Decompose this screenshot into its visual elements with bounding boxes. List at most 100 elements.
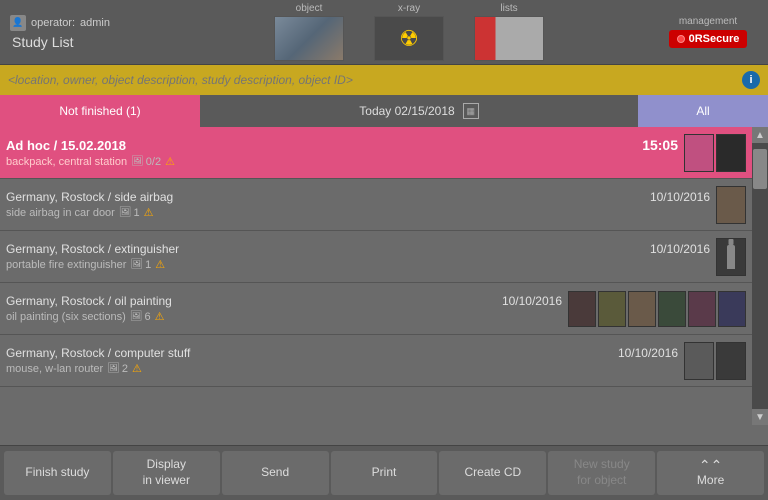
tab-not-finished[interactable]: Not finished (1) — [0, 95, 200, 127]
study-title-row: Germany, Rostock / side airbag 10/10/201… — [6, 190, 710, 204]
study-description: mouse, w-lan router — [6, 363, 103, 375]
nav-xray-label: x-ray — [398, 3, 420, 14]
image-icon: 🖼 — [119, 207, 132, 218]
image-count: 🖼 0/2 — [131, 156, 161, 168]
finish-study-button[interactable]: Finish study — [4, 451, 111, 495]
bottom-toolbar: Finish study Display in viewer Send Prin… — [0, 445, 768, 500]
study-date: 10/10/2016 — [650, 242, 710, 256]
scrollbar-up-button[interactable]: ▲ — [752, 127, 768, 143]
image-icon: 🖼 — [131, 156, 144, 167]
table-row[interactable]: Ad hoc / 15.02.2018 15:05 backpack, cent… — [0, 127, 752, 179]
alert-icon: ⚠ — [144, 206, 154, 219]
table-row[interactable]: Germany, Rostock / oil painting 10/10/20… — [0, 283, 752, 335]
study-date: 10/10/2016 — [502, 294, 562, 308]
study-title-row: Germany, Rostock / computer stuff 10/10/… — [6, 346, 678, 360]
study-desc-row: portable fire extinguisher 🖼 1 ⚠ — [6, 258, 710, 271]
search-input[interactable] — [8, 73, 734, 87]
study-desc-row: mouse, w-lan router 🖼 2 ⚠ — [6, 362, 678, 375]
study-thumb — [716, 186, 746, 224]
header-thumbnails: object x-ray ☢ lists — [160, 3, 658, 61]
study-thumb — [658, 291, 686, 327]
tab-bar: Not finished (1) Today 02/15/2018 ▦ All — [0, 95, 768, 127]
study-date: 10/10/2016 — [650, 190, 710, 204]
study-thumb — [716, 134, 746, 172]
header-left: 👤 operator: admin Study List — [10, 15, 130, 50]
scrollbar-down-button[interactable]: ▼ — [752, 409, 768, 425]
nav-xray-thumb: ☢ — [374, 16, 444, 61]
study-location: Ad hoc / 15.02.2018 — [6, 138, 126, 153]
study-thumbnails — [716, 186, 746, 224]
table-row[interactable]: Germany, Rostock / side airbag 10/10/201… — [0, 179, 752, 231]
table-row[interactable]: Germany, Rostock / computer stuff 10/10/… — [0, 335, 752, 387]
send-button[interactable]: Send — [222, 451, 329, 495]
tab-today[interactable]: Today 02/15/2018 ▦ — [200, 95, 638, 127]
study-thumb — [716, 342, 746, 380]
operator-icon: 👤 — [10, 15, 26, 31]
study-description: backpack, central station — [6, 156, 127, 168]
nav-xray[interactable]: x-ray ☢ — [374, 3, 444, 61]
management-label: management — [679, 16, 737, 27]
scrollbar[interactable]: ▲ ▼ — [752, 127, 768, 425]
alert-icon: ⚠ — [165, 155, 175, 168]
nav-object[interactable]: object — [274, 3, 344, 61]
study-thumb — [688, 291, 716, 327]
table-row[interactable]: Germany, Rostock / extinguisher 10/10/20… — [0, 231, 752, 283]
operator-info: 👤 operator: admin — [10, 15, 130, 31]
study-thumb — [718, 291, 746, 327]
more-chevrons-icon: ⌃⌃ — [699, 458, 722, 472]
study-info: Germany, Rostock / side airbag 10/10/201… — [6, 190, 710, 219]
study-thumbnails — [684, 342, 746, 380]
nav-lists-label: lists — [500, 3, 517, 14]
alert-icon: ⚠ — [155, 310, 165, 323]
study-info: Ad hoc / 15.02.2018 15:05 backpack, cent… — [6, 137, 678, 168]
study-list: Ad hoc / 15.02.2018 15:05 backpack, cent… — [0, 127, 752, 425]
study-thumb — [568, 291, 596, 327]
more-button[interactable]: ⌃⌃ More — [657, 451, 764, 495]
study-title-row: Germany, Rostock / oil painting 10/10/20… — [6, 294, 562, 308]
record-dot — [677, 35, 685, 43]
study-location: Germany, Rostock / oil painting — [6, 294, 172, 308]
study-desc-row: side airbag in car door 🖼 1 ⚠ — [6, 206, 710, 219]
display-in-viewer-button[interactable]: Display in viewer — [113, 451, 220, 495]
search-bar: i — [0, 65, 768, 95]
scrollbar-thumb[interactable] — [753, 149, 767, 189]
study-thumb — [684, 134, 714, 172]
operator-label: operator: — [31, 17, 75, 29]
study-date: 10/10/2016 — [618, 346, 678, 360]
nav-lists[interactable]: lists — [474, 3, 544, 61]
study-desc-row: oil painting (six sections) 🖼 6 ⚠ — [6, 310, 562, 323]
print-button[interactable]: Print — [331, 451, 438, 495]
study-thumb — [684, 342, 714, 380]
new-study-for-object-button[interactable]: New study for object — [548, 451, 655, 495]
alert-icon: ⚠ — [132, 362, 142, 375]
page-title: Study List — [10, 34, 130, 50]
header: 👤 operator: admin Study List object x-ra… — [0, 0, 768, 65]
study-info: Germany, Rostock / oil painting 10/10/20… — [6, 294, 562, 323]
info-icon[interactable]: i — [742, 71, 760, 89]
alert-icon: ⚠ — [155, 258, 165, 271]
tab-all[interactable]: All — [638, 95, 768, 127]
calendar-icon: ▦ — [463, 103, 479, 119]
study-title-row: Germany, Rostock / extinguisher 10/10/20… — [6, 242, 710, 256]
operator-name: admin — [80, 17, 110, 29]
study-location: Germany, Rostock / extinguisher — [6, 242, 179, 256]
study-thumbnails — [716, 238, 746, 276]
study-title-row: Ad hoc / 15.02.2018 15:05 — [6, 137, 678, 153]
study-description: side airbag in car door — [6, 207, 115, 219]
nav-object-thumb — [274, 16, 344, 61]
content-area: Ad hoc / 15.02.2018 15:05 backpack, cent… — [0, 127, 768, 425]
image-icon: 🖼 — [130, 311, 143, 322]
image-count: 🖼 2 — [107, 363, 128, 375]
study-thumb — [598, 291, 626, 327]
study-description: oil painting (six sections) — [6, 311, 126, 323]
image-count: 🖼 1 — [119, 207, 140, 219]
image-icon: 🖼 — [130, 259, 143, 270]
study-thumb — [716, 238, 746, 276]
nav-lists-thumb — [474, 16, 544, 61]
orsecure-badge[interactable]: 0RSecure — [669, 30, 748, 48]
image-count: 🖼 6 — [130, 311, 151, 323]
study-location: Germany, Rostock / side airbag — [6, 190, 173, 204]
nav-object-label: object — [296, 3, 323, 14]
create-cd-button[interactable]: Create CD — [439, 451, 546, 495]
scrollbar-track[interactable] — [752, 143, 768, 409]
